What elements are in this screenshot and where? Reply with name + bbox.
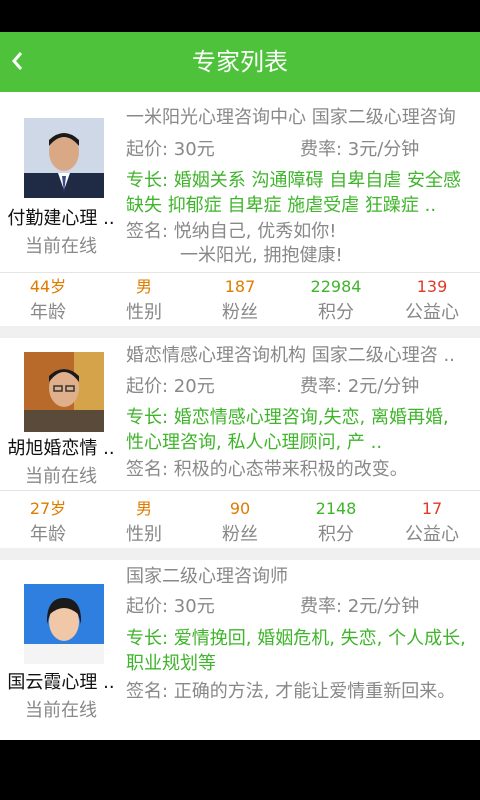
- page-title: 专家列表: [192, 48, 288, 76]
- expert-card[interactable]: 付勤建心理 .. 当前在线 一米阳光心理咨询中心 国家二级心理咨询 起价: 30…: [0, 92, 480, 326]
- stat-value: 44岁: [29, 277, 67, 296]
- divider: [0, 272, 480, 273]
- stat-value: 男: [135, 277, 152, 296]
- stat-label: 公益心: [405, 524, 459, 545]
- stat-fans: 187 粉丝: [192, 274, 288, 326]
- specialty: 专长: 婚恋情感心理咨询,失恋, 离婚再婚, 性心理咨询, 私人心理顾问, 产 …: [126, 407, 449, 453]
- expert-list[interactable]: 付勤建心理 .. 当前在线 一米阳光心理咨询中心 国家二级心理咨询 起价: 30…: [0, 92, 480, 740]
- signature: 签名: 积极的心态带来积极的改变。: [126, 459, 408, 480]
- stat-value: 男: [135, 499, 152, 518]
- expert-title: 婚恋情感心理咨询机构 国家二级心理咨 ..: [126, 345, 455, 366]
- stat-age: 44岁 年龄: [0, 274, 96, 326]
- stat-charity: 17 公益心: [384, 496, 480, 548]
- avatar: [24, 584, 104, 664]
- online-status: 当前在线: [25, 700, 97, 721]
- online-status: 当前在线: [25, 236, 97, 257]
- expert-name: 胡旭婚恋情 ..: [7, 438, 115, 459]
- price: 起价: 30元: [126, 139, 215, 160]
- stats-row: 27岁 年龄 男 性别 90 粉丝 2148 积分 17 公益心: [0, 496, 480, 552]
- stat-gender: 男 性别: [96, 274, 192, 326]
- stats-row: 44岁 年龄 男 性别 187 粉丝 22984 积分 139 公益心: [0, 274, 480, 330]
- specialty: 专长: 婚姻关系 沟通障碍 自卑自虐 安全感缺失 抑郁症 自卑症 施虐受虐 狂躁…: [126, 170, 461, 216]
- stat-value: 27岁: [29, 499, 67, 518]
- stat-points: 2148 积分: [288, 496, 384, 548]
- stat-label: 积分: [318, 524, 354, 545]
- expert-title: 一米阳光心理咨询中心 国家二级心理咨询: [126, 107, 456, 128]
- divider: [0, 490, 480, 491]
- stat-points: 22984 积分: [288, 274, 384, 326]
- stat-label: 积分: [318, 302, 354, 323]
- specialty: 专长: 爱情挽回, 婚姻危机, 失恋, 个人成长, 职业规划等: [126, 628, 466, 674]
- stat-fans: 90 粉丝: [192, 496, 288, 548]
- avatar: [24, 352, 104, 432]
- stat-label: 年龄: [30, 302, 66, 323]
- signature: 签名: 正确的方法, 才能让爱情重新回来。: [126, 681, 456, 702]
- stat-value: 187: [224, 277, 256, 296]
- online-status: 当前在线: [25, 466, 97, 487]
- expert-name: 付勤建心理 ..: [7, 208, 115, 229]
- stat-label: 粉丝: [222, 524, 258, 545]
- stat-label: 性别: [126, 524, 162, 545]
- stat-value: 22984: [310, 277, 362, 296]
- rate: 费率: 2元/分钟: [300, 376, 420, 397]
- stat-gender: 男 性别: [96, 496, 192, 548]
- stat-age: 27岁 年龄: [0, 496, 96, 548]
- expert-card[interactable]: 胡旭婚恋情 .. 当前在线 婚恋情感心理咨询机构 国家二级心理咨 .. 起价: …: [0, 338, 480, 548]
- stat-label: 年龄: [30, 524, 66, 545]
- stat-value: 2148: [315, 499, 357, 518]
- stat-label: 公益心: [405, 302, 459, 323]
- price: 起价: 20元: [126, 376, 215, 397]
- rate: 费率: 2元/分钟: [300, 596, 420, 617]
- avatar: [24, 118, 104, 198]
- nav-bar: 专家列表: [0, 32, 480, 92]
- stat-label: 性别: [126, 302, 162, 323]
- stat-charity: 139 公益心: [384, 274, 480, 326]
- price: 起价: 30元: [126, 596, 215, 617]
- expert-title: 国家二级心理咨询师: [126, 566, 288, 587]
- signature: 签名: 悦纳自己, 优秀如你! 一米阳光, 拥抱健康!: [126, 221, 343, 266]
- rate: 费率: 3元/分钟: [300, 139, 420, 160]
- expert-card[interactable]: 国云霞心理 .. 当前在线 国家二级心理咨询师 起价: 30元 费率: 2元/分…: [0, 560, 480, 740]
- expert-name: 国云霞心理 ..: [7, 672, 115, 693]
- bottom-bar: [0, 740, 480, 800]
- stat-value: 17: [421, 499, 443, 518]
- status-bar: [0, 0, 480, 32]
- stat-value: 139: [416, 277, 448, 296]
- stat-label: 粉丝: [222, 302, 258, 323]
- stat-value: 90: [229, 499, 251, 518]
